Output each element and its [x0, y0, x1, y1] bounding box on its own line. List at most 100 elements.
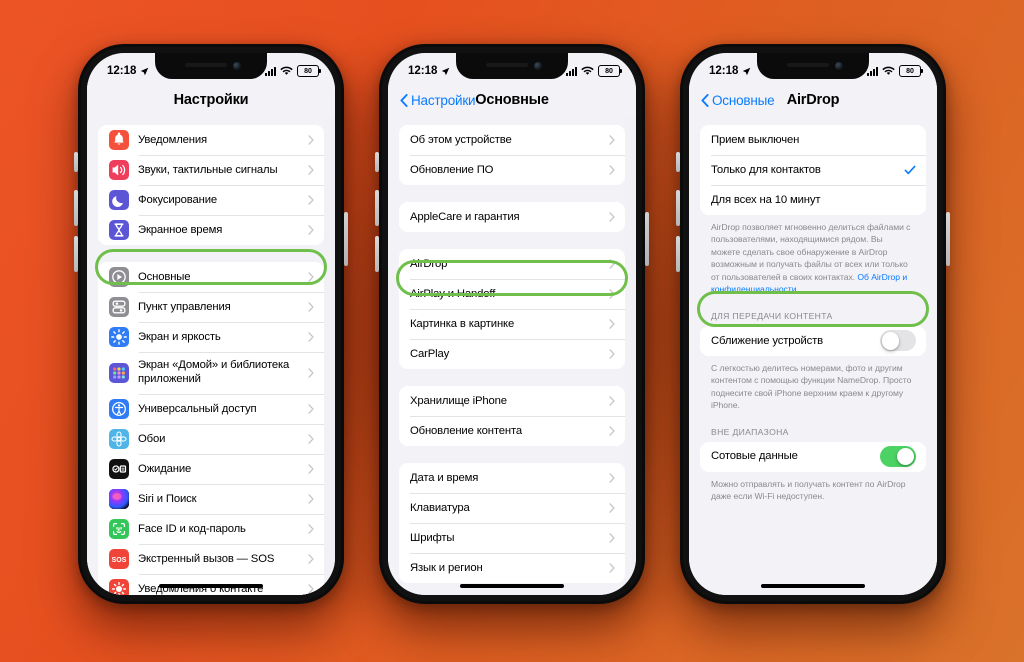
- settings-row-face-id[interactable]: Face ID и код-пароль: [98, 513, 324, 544]
- accessibility-icon: [109, 398, 129, 419]
- general-row-language-region[interactable]: Язык и регион: [399, 553, 625, 583]
- phone-1-screen: 12:18 80 Настройки Уведомления Звуки, та…: [87, 53, 335, 595]
- general-group-locale: Дата и время Клавиатура Шрифты Язык и ре…: [399, 463, 625, 583]
- general-row-applecare[interactable]: AppleCare и гарантия: [399, 202, 625, 232]
- phone-3-airdrop: 12:18 80 AirDrop Основные Прием выключен…: [676, 42, 950, 606]
- general-row-airdrop[interactable]: AirDrop: [399, 249, 625, 279]
- volume-down-button[interactable]: [74, 236, 78, 272]
- chevron-right-icon: [308, 272, 314, 282]
- back-button[interactable]: Основные: [701, 92, 775, 108]
- row-label: Основные: [138, 270, 191, 283]
- chevron-right-icon: [308, 403, 314, 414]
- settings-row-emergency-sos[interactable]: SOS Экстренный вызов — SOS: [98, 543, 324, 574]
- general-row-fonts[interactable]: Шрифты: [399, 523, 625, 553]
- location-arrow-icon: [743, 67, 751, 75]
- general-row-keyboard[interactable]: Клавиатура: [399, 493, 625, 523]
- general-group-applecare: AppleCare и гарантия: [399, 202, 625, 232]
- battery-level-text: 80: [304, 67, 312, 75]
- sos-icon: SOS: [109, 548, 129, 569]
- battery-icon: 80: [899, 65, 923, 77]
- volume-up-button[interactable]: [676, 190, 680, 226]
- airdrop-option-contacts-only[interactable]: Только для контактов: [700, 155, 926, 185]
- battery-icon: 80: [598, 65, 622, 77]
- cellular-data-toggle[interactable]: [880, 446, 916, 468]
- power-button[interactable]: [645, 212, 649, 266]
- general-row-picture-in-picture[interactable]: Картинка в картинке: [399, 309, 625, 339]
- row-label: Siri и Поиск: [138, 492, 197, 505]
- airdrop-footnote: AirDrop позволяет мгновенно делиться фай…: [711, 221, 913, 296]
- chevron-right-icon: [609, 165, 615, 175]
- general-row-about[interactable]: Об этом устройстве: [399, 125, 625, 155]
- volume-up-button[interactable]: [74, 190, 78, 226]
- chevron-right-icon: [609, 259, 615, 269]
- settings-row-sounds[interactable]: Звуки, тактильные сигналы: [98, 155, 324, 185]
- row-label: AirDrop: [410, 257, 448, 270]
- general-row-background-refresh[interactable]: Обновление контента: [399, 416, 625, 446]
- settings-row-notifications[interactable]: Уведомления: [98, 125, 324, 155]
- volume-down-button[interactable]: [676, 236, 680, 272]
- cellular-group: Сотовые данные: [700, 441, 926, 472]
- settings-row-display-brightness[interactable]: Экран и яркость: [98, 322, 324, 352]
- notch: [456, 53, 568, 79]
- row-label: Хранилище iPhone: [410, 394, 507, 407]
- phone-2-navbar: Основные Настройки: [388, 83, 636, 117]
- general-row-date-time[interactable]: Дата и время: [399, 463, 625, 493]
- control-center-icon: [109, 297, 129, 317]
- chevron-right-icon: [308, 523, 314, 534]
- general-row-software-update[interactable]: Обновление ПО: [399, 155, 625, 185]
- power-button[interactable]: [946, 212, 950, 266]
- settings-row-control-center[interactable]: Пункт управления: [98, 292, 324, 322]
- notch: [757, 53, 869, 79]
- phone-2-content[interactable]: Об этом устройстве Обновление ПО AppleCa…: [388, 117, 636, 595]
- wifi-icon: [280, 66, 293, 75]
- chevron-right-icon: [308, 583, 314, 594]
- volume-down-button[interactable]: [375, 236, 379, 272]
- chevron-right-icon: [308, 135, 314, 145]
- row-label: CarPlay: [410, 347, 450, 360]
- silent-switch[interactable]: [375, 152, 379, 172]
- volume-up-button[interactable]: [375, 190, 379, 226]
- row-label: Об этом устройстве: [410, 133, 512, 146]
- settings-row-accessibility[interactable]: Универсальный доступ: [98, 393, 324, 424]
- proximity-toggle[interactable]: [880, 330, 916, 352]
- wallpaper-flower-icon: [109, 428, 129, 449]
- general-row-airplay-handoff[interactable]: AirPlay и Handoff: [399, 279, 625, 309]
- settings-row-focus[interactable]: Фокусирование: [98, 185, 324, 215]
- silent-switch[interactable]: [676, 152, 680, 172]
- phone-1-content[interactable]: Уведомления Звуки, тактильные сигналы Фо…: [87, 117, 335, 595]
- settings-row-siri-search[interactable]: Siri и Поиск: [98, 483, 324, 514]
- row-label: AppleCare и гарантия: [410, 210, 520, 223]
- settings-row-screen-time[interactable]: Экранное время: [98, 215, 324, 245]
- phone-1-navbar: Настройки: [87, 83, 335, 117]
- airdrop-option-receiving-off[interactable]: Прием выключен: [700, 125, 926, 155]
- general-row-carplay[interactable]: CarPlay: [399, 339, 625, 369]
- airdrop-option-everyone-10min[interactable]: Для всех на 10 минут: [700, 185, 926, 215]
- status-bar-time: 12:18: [107, 65, 137, 77]
- siri-icon: [109, 488, 129, 509]
- phone-1-settings: 12:18 80 Настройки Уведомления Звуки, та…: [74, 42, 348, 606]
- settings-row-standby[interactable]: Ожидание: [98, 453, 324, 484]
- row-cellular-data[interactable]: Сотовые данные: [700, 441, 926, 472]
- display-brightness-icon: [109, 327, 129, 347]
- row-label: Картинка в картинке: [410, 317, 515, 330]
- back-button-label: Основные: [712, 92, 775, 108]
- phone-3-content[interactable]: Прием выключен Только для контактов Для …: [689, 117, 937, 595]
- screen-time-hourglass-icon: [109, 220, 129, 240]
- power-button[interactable]: [344, 212, 348, 266]
- settings-row-general[interactable]: Основные: [98, 262, 324, 292]
- settings-group-1: Уведомления Звуки, тактильные сигналы Фо…: [98, 125, 324, 245]
- chevron-right-icon: [308, 165, 314, 175]
- back-button[interactable]: Настройки: [400, 93, 476, 108]
- general-row-iphone-storage[interactable]: Хранилище iPhone: [399, 386, 625, 416]
- cellular-bars-icon: [867, 66, 878, 76]
- chevron-right-icon: [609, 319, 615, 329]
- settings-row-wallpaper[interactable]: Обои: [98, 423, 324, 454]
- row-bringing-devices-together[interactable]: Сближение устройств: [700, 325, 926, 356]
- silent-switch[interactable]: [74, 152, 78, 172]
- focus-moon-icon: [109, 190, 129, 210]
- chevron-right-icon: [609, 503, 615, 513]
- chevron-right-icon: [609, 473, 615, 483]
- status-bar-time: 12:18: [709, 65, 739, 77]
- chevron-right-icon: [308, 332, 314, 342]
- settings-row-home-screen[interactable]: Экран «Домой» и библиотека приложений: [98, 352, 324, 394]
